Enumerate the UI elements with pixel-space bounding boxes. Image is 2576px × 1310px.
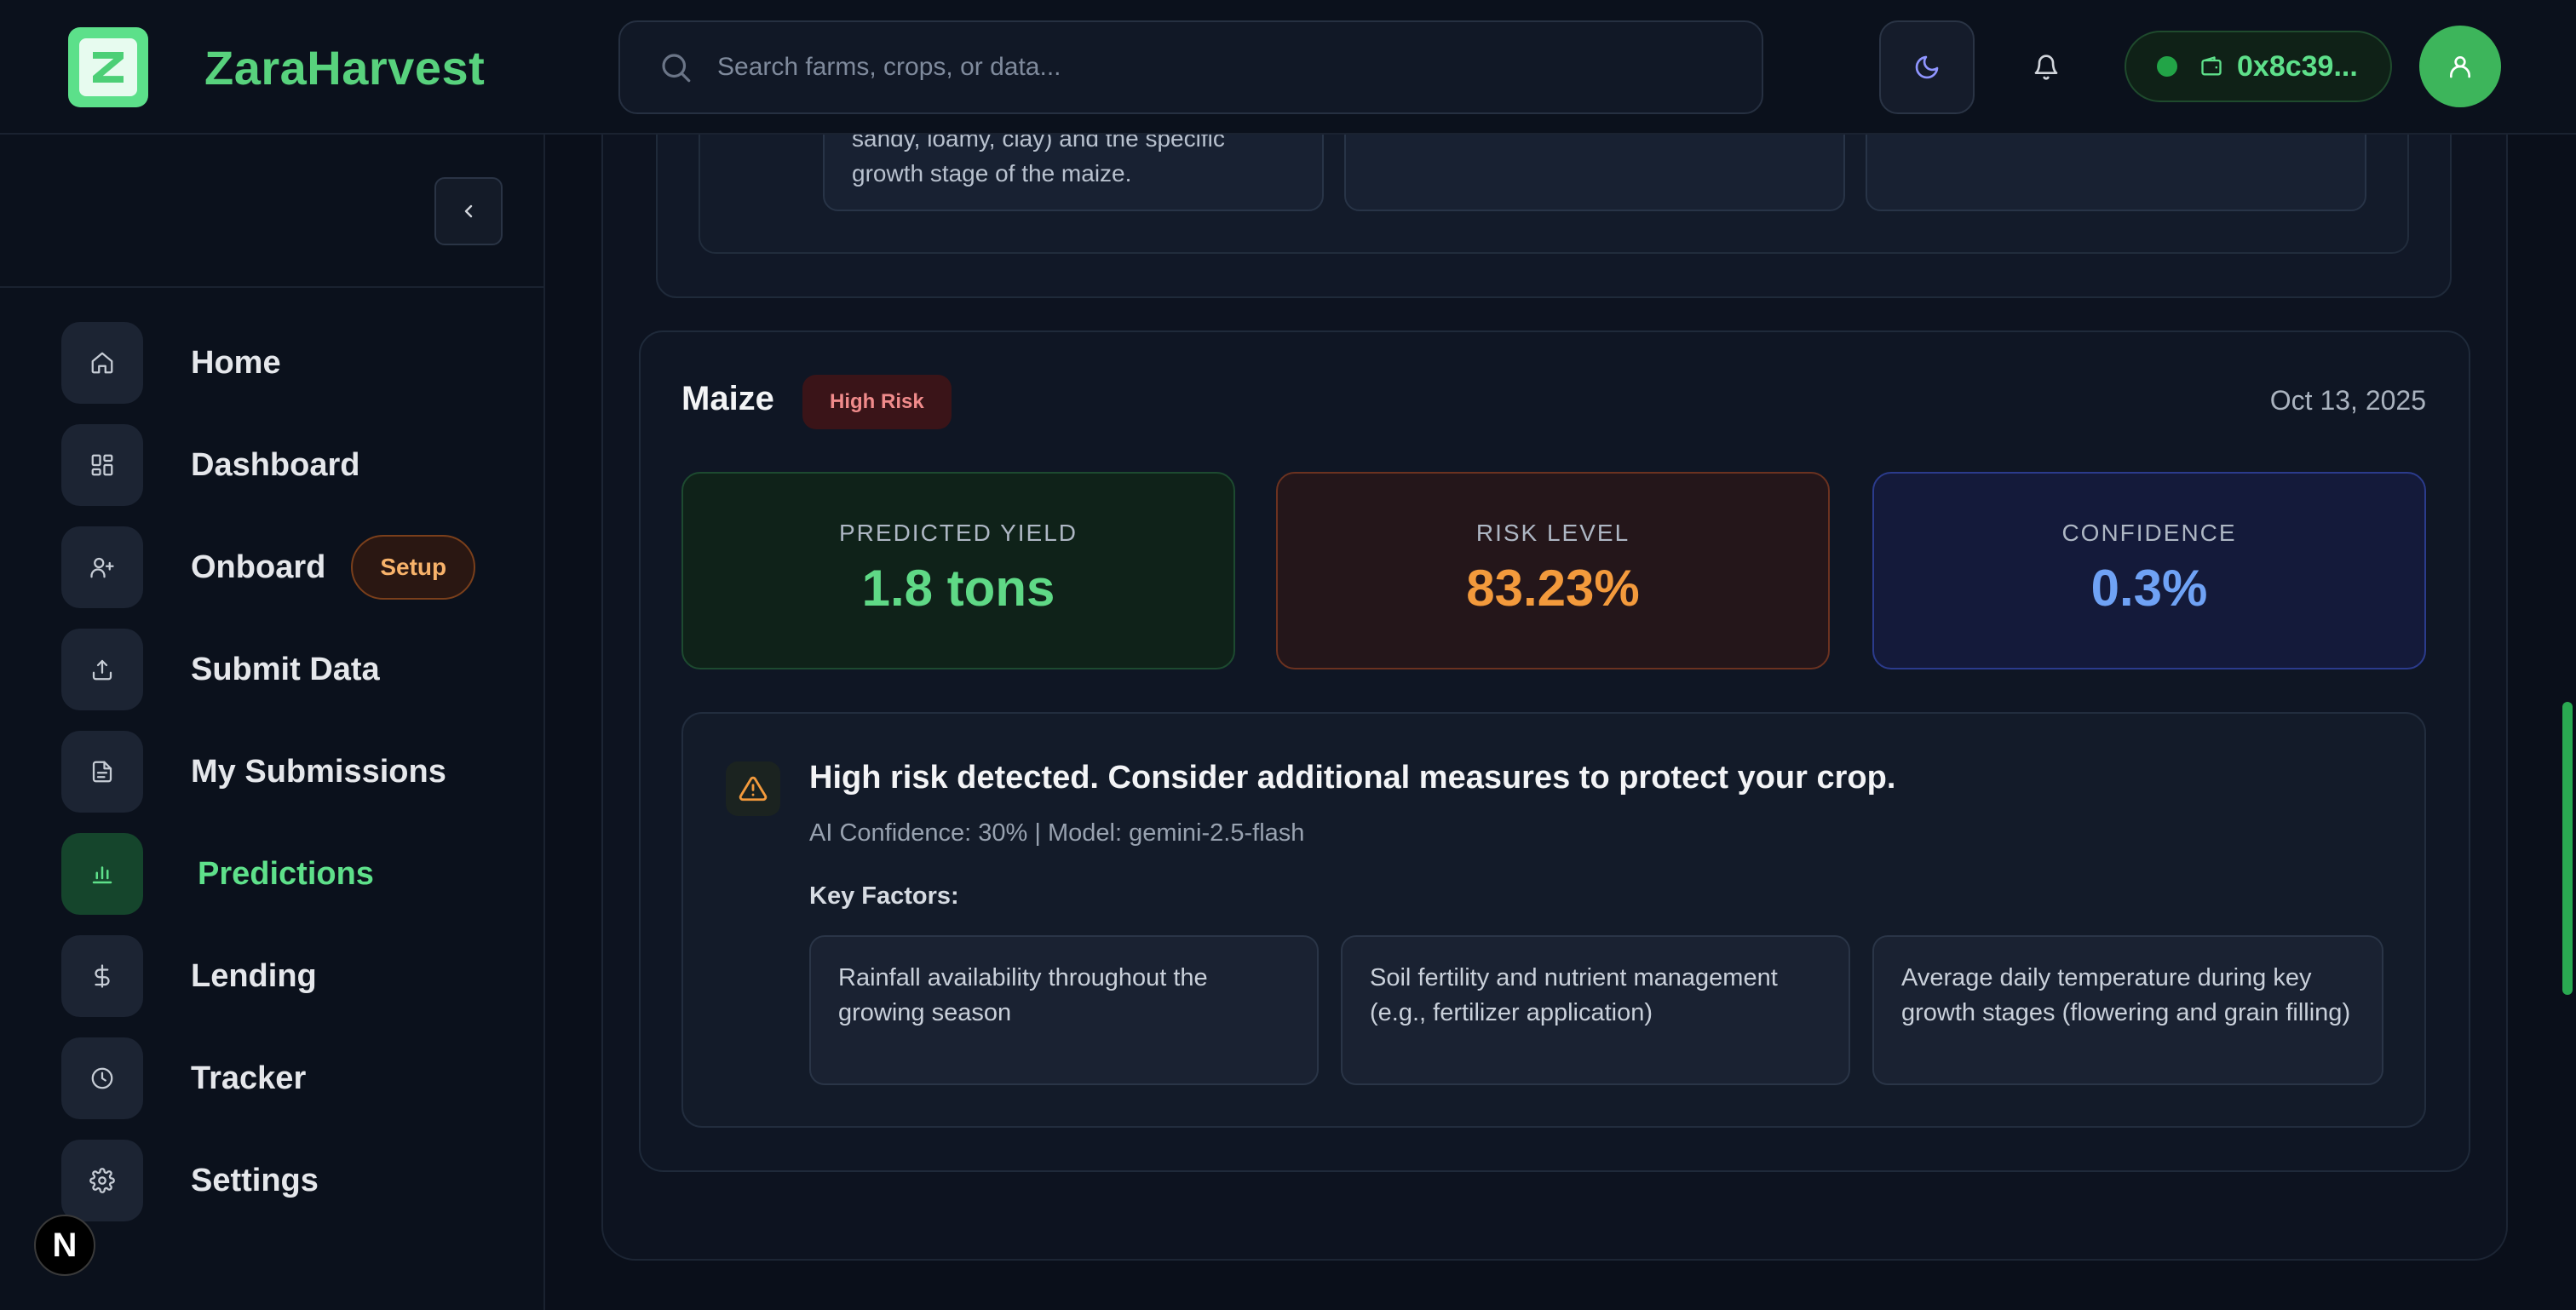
upload-icon [61, 629, 143, 710]
search-icon [658, 49, 693, 85]
sidebar-item-label: Dashboard [191, 446, 360, 483]
user-icon [2447, 53, 2474, 80]
insight-meta: AI Confidence: 30% | Model: gemini-2.5-f… [809, 819, 1305, 847]
sidebar-item-label: Predictions [198, 855, 374, 892]
bar-chart-icon [61, 833, 143, 915]
predicted-yield-label: PREDICTED YIELD [839, 520, 1078, 546]
predicted-yield-tile: PREDICTED YIELD 1.8 tons [681, 472, 1235, 669]
risk-level-label: RISK LEVEL [1475, 520, 1630, 546]
bell-icon [2033, 54, 2060, 81]
clock-icon [61, 1037, 143, 1119]
key-factor-text: Rainfall availability throughout the gro… [838, 964, 1208, 1026]
search-bar[interactable] [618, 20, 1763, 114]
notifications-button[interactable] [2004, 29, 2089, 106]
key-factor-card: Average daily temperature during key gro… [1872, 935, 2383, 1085]
predicted-yield-value: 1.8 tons [861, 560, 1055, 617]
crop-title: Maize [681, 380, 774, 417]
risk-level-tile: RISK LEVEL 83.23% [1276, 472, 1830, 669]
key-factor-text: Average daily temperature during key gro… [1901, 964, 2351, 1026]
confidence-value: 0.3% [2090, 560, 2208, 617]
insight-title: High risk detected. Consider additional … [809, 760, 1896, 796]
sidebar-item-label: Submit Data [191, 651, 380, 687]
framework-logo-button[interactable]: N [34, 1215, 95, 1276]
collapse-sidebar-button[interactable] [434, 177, 503, 245]
prediction-date: Oct 13, 2025 [2269, 385, 2426, 416]
user-avatar-button[interactable] [2419, 26, 2501, 107]
moon-icon [1913, 54, 1941, 81]
sidebar-item-dashboard[interactable]: Dashboard [61, 424, 504, 506]
key-factor-card: Soil fertility and nutrient management (… [1341, 935, 1850, 1085]
sidebar-item-label: Tracker [191, 1060, 307, 1096]
sidebar-item-submit-data[interactable]: Submit Data [61, 629, 504, 710]
sidebar-item-home[interactable]: Home [61, 322, 504, 404]
wallet-status-dot [2157, 56, 2177, 77]
wallet-icon [2199, 55, 2223, 78]
warning-icon [726, 761, 780, 816]
sidebar-item-label: My Submissions [191, 753, 446, 790]
key-factor-card: Rainfall availability throughout the gro… [809, 935, 1319, 1085]
sidebar-item-tracker[interactable]: Tracker [61, 1037, 504, 1119]
sidebar-item-settings[interactable]: Settings [61, 1140, 504, 1221]
sidebar-divider [0, 286, 545, 288]
confidence-label: CONFIDENCE [2061, 520, 2237, 546]
risk-level-value: 83.23% [1466, 560, 1640, 617]
sidebar-item-label: Home [191, 344, 281, 381]
theme-toggle-button[interactable] [1879, 20, 1975, 114]
document-icon [61, 731, 143, 813]
dollar-icon [61, 935, 143, 1017]
confidence-tile: CONFIDENCE 0.3% [1872, 472, 2426, 669]
app-logo[interactable] [68, 27, 148, 107]
wallet-button[interactable]: 0x8c39... [2125, 31, 2392, 102]
page-scrollbar[interactable] [2562, 702, 2573, 995]
user-plus-icon [61, 526, 143, 608]
key-factor-text: Soil fertility and nutrient management (… [1370, 964, 1778, 1026]
sidebar-item-onboard[interactable]: Onboard Setup [61, 526, 504, 608]
top-bar: ZaraHarvest 0x8c39... [0, 0, 2576, 135]
sidebar-item-lending[interactable]: Lending [61, 935, 504, 1017]
sidebar-item-my-submissions[interactable]: My Submissions [61, 731, 504, 813]
risk-badge: High Risk [802, 375, 952, 429]
sidebar-item-label: Settings [191, 1162, 319, 1198]
key-factors-heading: Key Factors: [809, 882, 959, 910]
home-icon [61, 322, 143, 404]
sidebar-item-label: Lending [191, 957, 317, 994]
sidebar-item-label: Onboard [191, 549, 326, 585]
grid-icon [61, 424, 143, 506]
wallet-address: 0x8c39... [2237, 49, 2358, 83]
search-input[interactable] [717, 53, 1654, 82]
sidebar: Home Dashboard Onboard Setup Submit Data… [0, 135, 545, 1310]
setup-badge: Setup [351, 535, 476, 600]
chevron-left-icon [458, 201, 479, 221]
sidebar-item-predictions[interactable]: Predictions [41, 833, 504, 915]
logo-letter-z-icon [79, 38, 137, 96]
gear-icon [61, 1140, 143, 1221]
brand-name[interactable]: ZaraHarvest [204, 37, 485, 99]
